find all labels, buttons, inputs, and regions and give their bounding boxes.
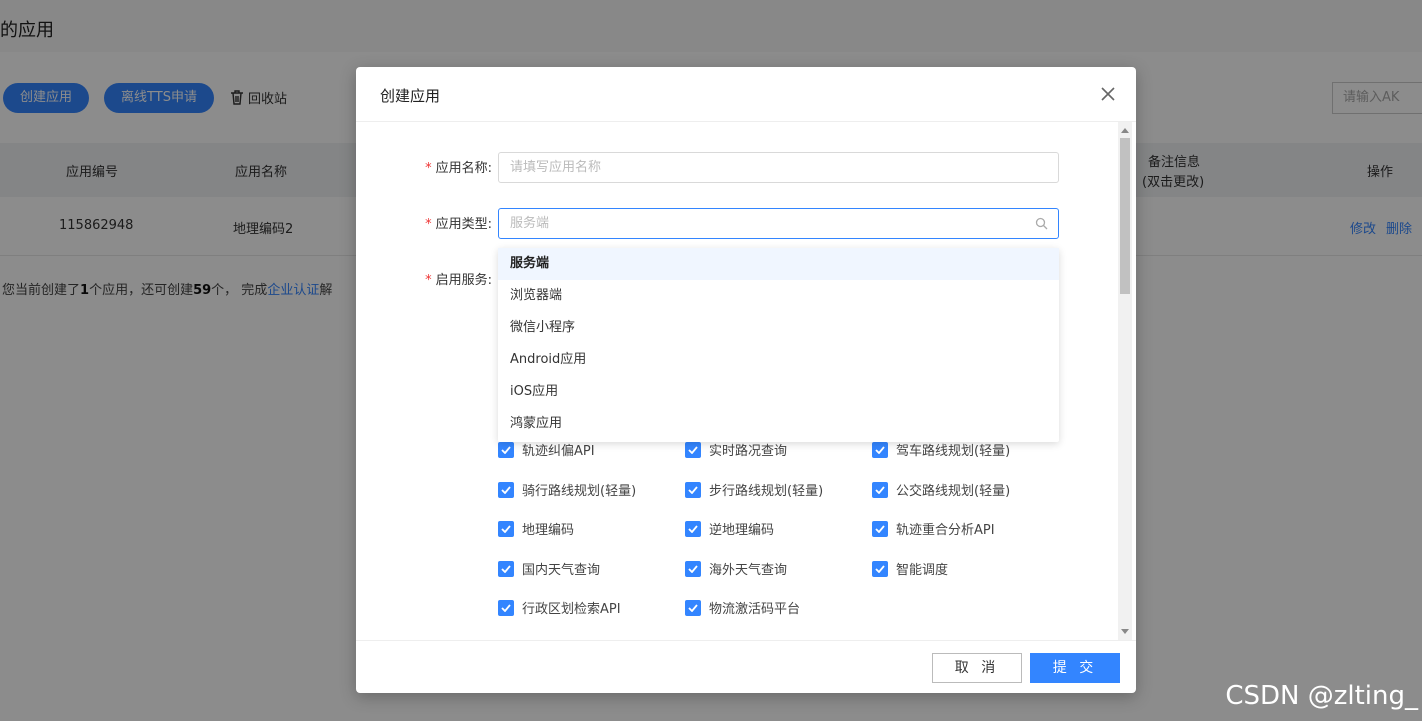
check-icon: [685, 441, 701, 458]
check-icon: [498, 560, 514, 577]
watermark: CSDN @zlting_: [1225, 681, 1418, 711]
search-icon: [1035, 217, 1048, 230]
service-checkbox[interactable]: 步行路线规划(轻量): [685, 480, 823, 499]
check-icon: [498, 599, 514, 616]
scroll-thumb[interactable]: [1120, 138, 1130, 294]
modal-header: 创建应用: [356, 67, 1136, 122]
app-type-dropdown: 服务端 浏览器端 微信小程序 Android应用 iOS应用 鸿蒙应用: [498, 248, 1059, 442]
service-checkbox[interactable]: 智能调度: [872, 559, 948, 578]
service-checkbox[interactable]: 海外天气查询: [685, 559, 787, 578]
service-checkbox[interactable]: 实时路况查询: [685, 440, 787, 459]
app-type-label: * 应用类型:: [425, 217, 492, 232]
submit-button[interactable]: 提 交: [1030, 653, 1120, 683]
service-checkbox[interactable]: 驾车路线规划(轻量): [872, 440, 1010, 459]
service-checkbox[interactable]: 骑行路线规划(轻量): [498, 480, 636, 499]
service-checkbox[interactable]: 物流激活码平台: [685, 598, 800, 617]
check-icon: [872, 441, 888, 458]
service-label: * 启用服务:: [425, 273, 492, 288]
dropdown-option-wechat[interactable]: 微信小程序: [498, 312, 1059, 344]
cancel-button[interactable]: 取 消: [932, 653, 1022, 683]
check-icon: [872, 560, 888, 577]
service-checkbox[interactable]: 国内天气查询: [498, 559, 600, 578]
service-checkbox[interactable]: 行政区划检索API: [498, 598, 621, 617]
scroll-up-icon[interactable]: [1121, 128, 1129, 133]
modal-scrollbar[interactable]: [1118, 122, 1132, 640]
modal-title: 创建应用: [380, 87, 441, 105]
app-type-select[interactable]: 服务端: [498, 208, 1059, 239]
check-icon: [685, 599, 701, 616]
check-icon: [498, 481, 514, 498]
app-name-input[interactable]: 请填写应用名称: [498, 152, 1059, 183]
service-checkbox[interactable]: 轨迹重合分析API: [872, 519, 995, 538]
close-icon[interactable]: [1098, 84, 1118, 104]
check-icon: [685, 481, 701, 498]
service-checkbox[interactable]: 轨迹纠偏API: [498, 440, 595, 459]
check-icon: [498, 520, 514, 537]
service-checkbox[interactable]: 地理编码: [498, 519, 574, 538]
dropdown-option-android[interactable]: Android应用: [498, 344, 1059, 376]
check-icon: [685, 520, 701, 537]
service-checkbox[interactable]: 逆地理编码: [685, 519, 774, 538]
check-icon: [685, 560, 701, 577]
check-icon: [872, 481, 888, 498]
check-icon: [872, 520, 888, 537]
dropdown-option-browser[interactable]: 浏览器端: [498, 280, 1059, 312]
service-checkbox[interactable]: 公交路线规划(轻量): [872, 480, 1010, 499]
dropdown-option-server[interactable]: 服务端: [498, 248, 1059, 280]
app-name-label: * 应用名称:: [425, 161, 492, 176]
modal-footer: 取 消 提 交: [356, 640, 1136, 693]
create-app-modal: 创建应用 * 应用名称: 请填写应用名称 * 应用类型: 服务端 * 启用服务: 服务…: [356, 67, 1136, 693]
scroll-down-icon[interactable]: [1121, 629, 1129, 634]
modal-body: * 应用名称: 请填写应用名称 * 应用类型: 服务端 * 启用服务: 服务端 浏览器…: [356, 122, 1136, 640]
check-icon: [498, 441, 514, 458]
dropdown-option-harmony[interactable]: 鸿蒙应用: [498, 408, 1059, 440]
dropdown-option-ios[interactable]: iOS应用: [498, 376, 1059, 408]
app-type-placeholder: 服务端: [510, 216, 550, 231]
